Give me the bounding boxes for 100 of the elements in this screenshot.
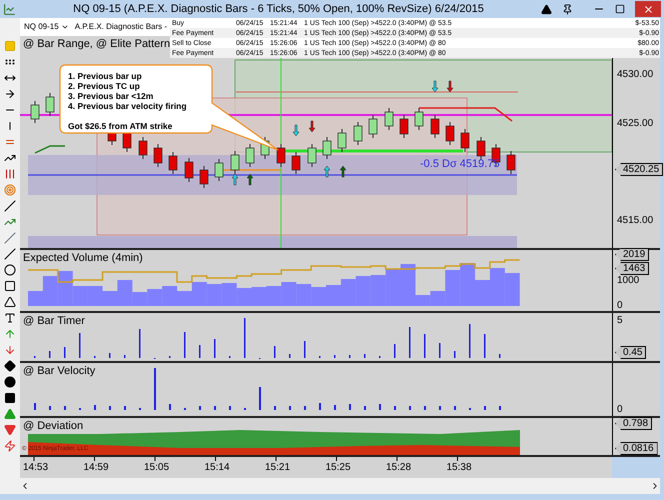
time-label: 15:14 bbox=[204, 463, 230, 473]
candlestick bbox=[30, 100, 40, 124]
maximize-icon[interactable] bbox=[615, 4, 625, 14]
candlestick bbox=[184, 158, 194, 182]
triangle-icon[interactable] bbox=[4, 296, 16, 308]
value-tag: 0.45 bbox=[615, 346, 646, 359]
volume-bar bbox=[222, 283, 237, 306]
volume-bar bbox=[296, 284, 312, 306]
target-icon[interactable] bbox=[4, 184, 16, 196]
value-tag: 2019 bbox=[615, 248, 650, 261]
channel-icon[interactable] bbox=[4, 232, 16, 244]
diamond-icon[interactable] bbox=[4, 360, 16, 372]
volume-bar bbox=[370, 275, 386, 306]
time-label: 15:21 bbox=[265, 463, 290, 473]
volume-bar bbox=[356, 276, 371, 306]
candlestick bbox=[354, 122, 362, 146]
time-label: 14:59 bbox=[84, 463, 109, 473]
time-label: 15:05 bbox=[144, 463, 170, 473]
candlestick bbox=[200, 166, 208, 188]
axis-label: 0 bbox=[617, 405, 623, 415]
down-arrow-icon[interactable] bbox=[4, 344, 16, 356]
callout-line: 3. Previous bar <12m bbox=[68, 91, 154, 101]
volume-bar bbox=[206, 284, 222, 306]
up-arrow-icon bbox=[340, 166, 346, 178]
time-label: 15:38 bbox=[446, 463, 472, 473]
axis-label: 1000 bbox=[617, 276, 640, 286]
callout-line: 1. Previous bar up bbox=[68, 71, 142, 81]
volume-bar bbox=[281, 282, 296, 306]
candlestick bbox=[506, 150, 516, 174]
time-label: 14:53 bbox=[23, 463, 48, 473]
down-arrow-icon bbox=[308, 120, 316, 132]
axis-label: 4525.00 bbox=[617, 119, 654, 129]
time-label: 15:28 bbox=[386, 463, 412, 473]
axis-label: 5 bbox=[617, 316, 623, 326]
lightning-icon[interactable] bbox=[4, 440, 16, 452]
volume-bar bbox=[88, 286, 103, 306]
bar-type-label[interactable]: A.P.E.X. Diagnostic Bars - bbox=[74, 21, 168, 33]
trend-icon[interactable] bbox=[4, 152, 16, 164]
value-tag: 1463 bbox=[615, 262, 650, 275]
double-line-icon[interactable] bbox=[4, 248, 16, 260]
value-tag: 0.0816 bbox=[615, 442, 658, 455]
candlestick bbox=[276, 144, 286, 168]
callout-line: 4. Previous bar velocity firing bbox=[68, 101, 187, 111]
candlestick bbox=[214, 158, 224, 182]
instrument-selector[interactable]: NQ 09-15 bbox=[24, 21, 69, 33]
candlestick bbox=[154, 144, 162, 168]
up-arrow-icon bbox=[246, 174, 254, 186]
panel-title: @ Bar Range, @ Elite Pattern bbox=[23, 39, 170, 50]
callout-line: 2. Previous TC up bbox=[68, 81, 140, 91]
volume-bar bbox=[236, 288, 252, 306]
close-icon bbox=[642, 4, 654, 14]
time-label: 15:25 bbox=[326, 463, 351, 473]
bars-icon[interactable] bbox=[4, 168, 16, 180]
caret-icon bbox=[60, 23, 69, 31]
volume-bar bbox=[311, 287, 326, 306]
down-arrow-icon bbox=[432, 80, 438, 92]
volume-bar bbox=[504, 273, 520, 306]
volume-bar bbox=[386, 269, 401, 306]
callout-note: Got $26.5 from ATM strike bbox=[68, 121, 172, 131]
candlestick bbox=[308, 144, 316, 168]
candlestick bbox=[292, 152, 300, 174]
candlestick bbox=[384, 108, 394, 130]
filled-square-icon[interactable] bbox=[4, 392, 16, 404]
up-arrow-icon bbox=[232, 174, 238, 186]
window-title: NQ 09-15 (A.P.E.X. Diagnostic Bars - 6 Ticks, 50% Open, 100% RevSize) 6/24/2015 bbox=[72, 4, 485, 14]
candlestick bbox=[414, 108, 424, 130]
up-arrow-icon[interactable] bbox=[4, 328, 16, 340]
triangle-up-icon[interactable] bbox=[4, 408, 16, 420]
candlestick bbox=[400, 114, 408, 138]
circle-icon[interactable] bbox=[4, 264, 16, 276]
candlestick bbox=[476, 136, 486, 160]
dot-icon[interactable] bbox=[4, 376, 16, 388]
panel-title: @ Bar Timer bbox=[23, 316, 85, 327]
square-outline-icon[interactable] bbox=[4, 280, 16, 292]
candlestick bbox=[138, 136, 148, 160]
volume-bar bbox=[266, 286, 282, 306]
text-icon[interactable] bbox=[4, 312, 16, 324]
volume-bar bbox=[162, 286, 178, 306]
candlestick bbox=[430, 114, 440, 138]
triangle-down-icon[interactable] bbox=[4, 424, 16, 436]
down-arrow-icon bbox=[292, 124, 300, 136]
volume-bar bbox=[340, 279, 356, 306]
panel-title: @ Bar Velocity bbox=[23, 366, 96, 377]
candlestick bbox=[460, 128, 470, 152]
pin-icon[interactable] bbox=[562, 4, 573, 14]
triangle-icon[interactable] bbox=[541, 4, 552, 14]
candlestick bbox=[168, 152, 178, 174]
candlestick bbox=[246, 144, 254, 168]
axis-label: 4530.00 bbox=[617, 70, 654, 80]
down-arrow-icon bbox=[446, 80, 454, 92]
candlestick bbox=[338, 128, 346, 152]
candlestick bbox=[46, 92, 54, 116]
value-tag: 4520.25 bbox=[615, 163, 664, 176]
app-icon bbox=[3, 2, 16, 16]
axis-label: 4515.00 bbox=[617, 216, 654, 226]
close-button[interactable] bbox=[635, 1, 661, 17]
arrow-icon[interactable] bbox=[4, 88, 16, 100]
slash-icon[interactable] bbox=[4, 200, 16, 212]
angle-icon[interactable] bbox=[4, 216, 16, 228]
candlestick bbox=[446, 122, 454, 146]
